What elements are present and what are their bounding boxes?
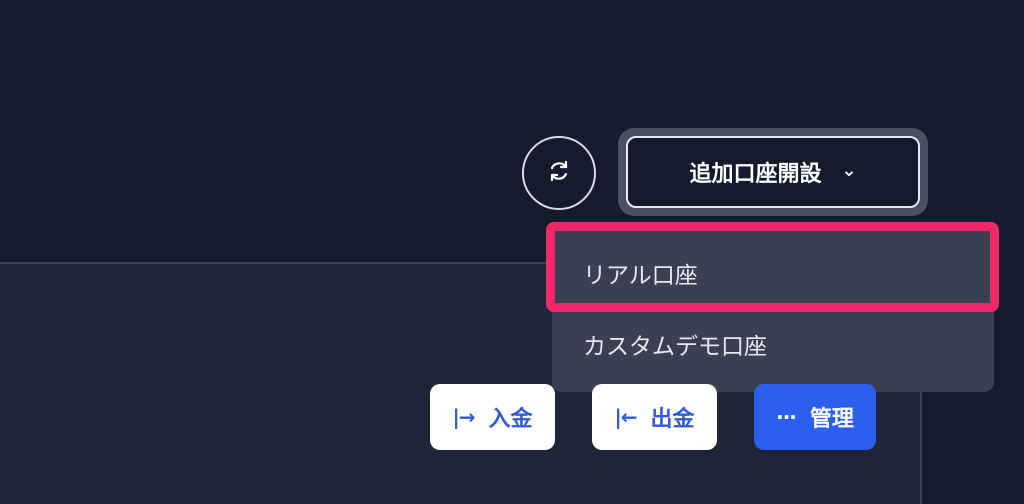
open-account-dropdown[interactable]: 追加口座開設 ⌄	[626, 136, 920, 208]
refresh-button[interactable]	[522, 136, 596, 210]
more-icon: ···	[776, 405, 797, 429]
menu-item-label: リアル口座	[583, 263, 698, 289]
refresh-icon	[547, 159, 571, 187]
open-account-label: 追加口座開設	[689, 162, 822, 187]
deposit-label: 入金	[488, 407, 533, 432]
menu-item-real-account[interactable]: リアル口座	[552, 237, 994, 309]
manage-label: 管理	[809, 407, 854, 432]
withdraw-icon: |←	[614, 405, 637, 429]
withdraw-label: 出金	[650, 407, 695, 432]
account-type-menu: リアル口座 カスタムデモ口座	[552, 228, 994, 392]
chevron-down-icon: ⌄	[841, 159, 857, 181]
manage-button[interactable]: ··· 管理	[754, 384, 876, 450]
menu-item-label: カスタムデモ口座	[583, 334, 767, 360]
deposit-button[interactable]: |→ 入金	[430, 384, 555, 450]
deposit-icon: |→	[452, 405, 475, 429]
withdraw-button[interactable]: |← 出金	[592, 384, 717, 450]
menu-item-custom-demo-account[interactable]: カスタムデモ口座	[552, 308, 994, 380]
app-root: 追加口座開設 ⌄ リアル口座 カスタムデモ口座 |→ 入金 |← 出金 ··· …	[0, 0, 1024, 504]
